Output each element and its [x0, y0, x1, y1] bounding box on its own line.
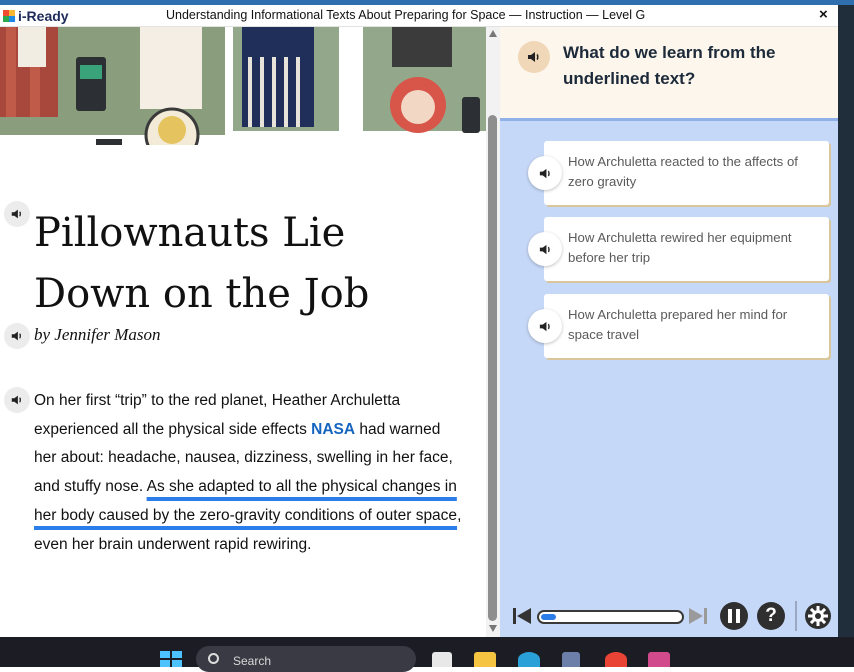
speaker-icon	[539, 168, 550, 178]
speaker-icon	[528, 52, 539, 62]
article-title: Pillownauts Lie Down on the Job	[34, 210, 370, 317]
speaker-icon	[539, 321, 550, 331]
iready-logo: i-Ready	[3, 7, 69, 25]
speaker-icon	[11, 209, 21, 219]
window-title: Understanding Informational Texts About …	[166, 8, 646, 22]
skip-back-icon[interactable]	[512, 607, 532, 625]
choice-label: How Archuletta prepared her mind for spa…	[568, 307, 788, 342]
help-button[interactable]: ?	[757, 602, 785, 630]
reading-pane: Pillownauts Lie Down on the Job by Jenni…	[0, 27, 486, 637]
lesson-controls: ?	[500, 593, 838, 637]
paragraph-speaker-icon[interactable]	[4, 387, 30, 413]
pause-icon-bar	[728, 609, 732, 623]
question-pane: What do we learn from the underlined tex…	[500, 27, 838, 637]
pause-icon-bar	[736, 609, 740, 623]
answer-choice-3[interactable]: How Archuletta prepared her mind for spa…	[544, 294, 829, 358]
title-bar: i-Ready Understanding Informational Text…	[0, 5, 838, 27]
pause-button[interactable]	[720, 602, 748, 630]
scroll-thumb[interactable]	[488, 115, 497, 621]
slack-icon[interactable]	[648, 652, 670, 667]
byline-speaker-icon[interactable]	[4, 323, 30, 349]
speaker-icon	[11, 331, 21, 341]
title-speaker-icon[interactable]	[4, 201, 30, 227]
logo-text: i-Ready	[18, 8, 69, 24]
close-icon[interactable]: ×	[819, 6, 828, 23]
article-illustration	[0, 27, 486, 145]
search-icon	[208, 653, 219, 664]
answer-choice-1[interactable]: How Archuletta reacted to the affects of…	[544, 141, 829, 205]
question-text: What do we learn from the underlined tex…	[563, 43, 776, 88]
file-explorer-icon[interactable]	[474, 652, 496, 667]
chrome-browser-icon[interactable]	[605, 652, 627, 667]
skip-forward-icon[interactable]	[688, 607, 708, 625]
controls-divider	[795, 601, 797, 631]
nasa-link[interactable]: NASA	[311, 421, 355, 438]
gear-icon[interactable]	[804, 602, 832, 630]
choice-2-speaker-icon[interactable]	[528, 232, 562, 266]
question-header: What do we learn from the underlined tex…	[500, 27, 838, 121]
scroll-down-icon[interactable]	[489, 625, 497, 632]
task-view-icon[interactable]	[432, 652, 452, 667]
answer-choice-2[interactable]: How Archuletta rewired her equipment bef…	[544, 217, 829, 281]
byline: by Jennifer Mason	[34, 325, 161, 344]
calculator-icon[interactable]	[562, 652, 580, 667]
os-taskbar: Search	[0, 637, 854, 672]
choice-label: How Archuletta rewired her equipment bef…	[568, 230, 792, 265]
article-paragraph: On her first “trip” to the red planet, H…	[34, 387, 466, 559]
speaker-icon	[11, 395, 21, 405]
choice-1-speaker-icon[interactable]	[528, 156, 562, 190]
question-speaker-icon[interactable]	[518, 41, 550, 73]
choice-3-speaker-icon[interactable]	[528, 309, 562, 343]
reading-scrollbar[interactable]	[486, 27, 500, 637]
logo-cube-icon	[3, 9, 15, 23]
search-label: Search	[233, 654, 272, 668]
speaker-icon	[539, 244, 550, 254]
lesson-progress-bar	[537, 610, 684, 624]
progress-fill	[541, 614, 556, 620]
choice-label: How Archuletta reacted to the affects of…	[568, 154, 798, 189]
window-edge	[838, 5, 854, 637]
taskbar-search[interactable]: Search	[196, 646, 416, 672]
edge-browser-icon[interactable]	[518, 652, 540, 667]
scroll-up-icon[interactable]	[489, 30, 497, 37]
windows-icon[interactable]	[160, 651, 182, 667]
